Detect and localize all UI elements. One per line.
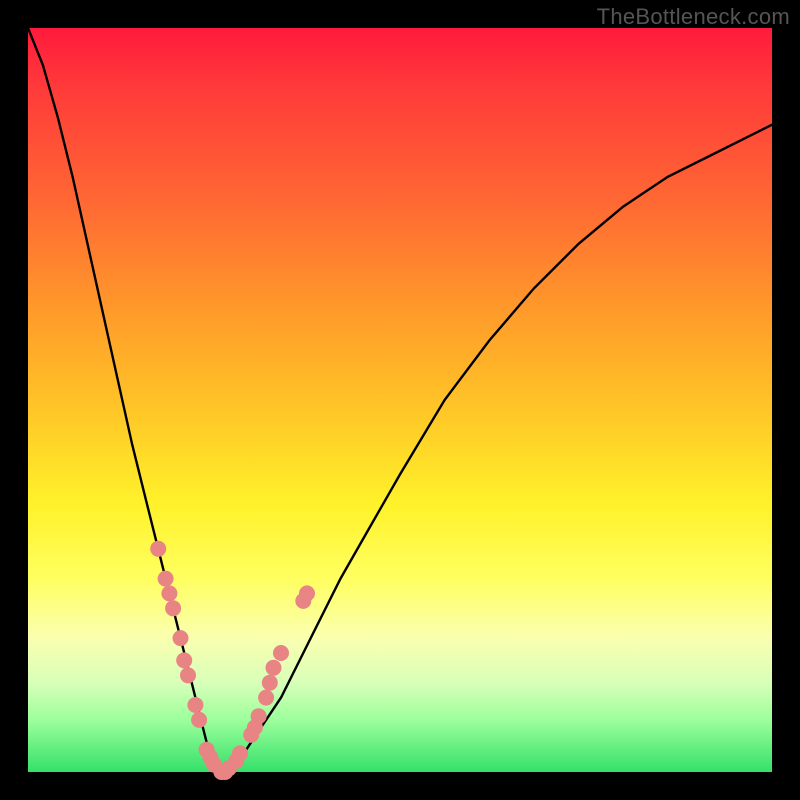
data-point [176, 652, 192, 668]
data-point [262, 675, 278, 691]
data-point [165, 600, 181, 616]
data-point [299, 585, 315, 601]
data-point [161, 585, 177, 601]
curve-layer [28, 28, 772, 772]
watermark-text: TheBottleneck.com [597, 4, 790, 30]
data-point [158, 571, 174, 587]
plot-area [28, 28, 772, 772]
data-point [266, 660, 282, 676]
bottleneck-curve [28, 28, 772, 772]
data-point [191, 712, 207, 728]
data-point [258, 690, 274, 706]
marker-layer [150, 541, 315, 780]
data-point [173, 630, 189, 646]
data-point [187, 697, 203, 713]
data-point [273, 645, 289, 661]
chart-svg [28, 28, 772, 772]
chart-frame: TheBottleneck.com [0, 0, 800, 800]
data-point [232, 745, 248, 761]
data-point [251, 708, 267, 724]
data-point [180, 667, 196, 683]
data-point [150, 541, 166, 557]
